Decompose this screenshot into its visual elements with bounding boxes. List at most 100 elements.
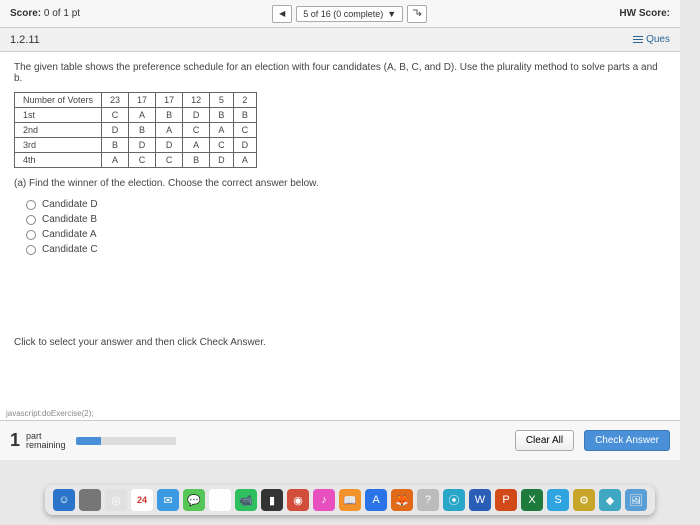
table-header-row: Number of Voters2317171252 (15, 93, 257, 108)
option-label: Candidate A (42, 229, 97, 240)
table-header-cell: 5 (210, 93, 234, 108)
dock-skype-icon[interactable]: S (547, 489, 569, 511)
hw-score-display: HW Score: (619, 8, 670, 19)
table-cell: C (183, 123, 210, 138)
question-number: 1.2.11 (10, 34, 40, 46)
dock-photos-icon[interactable]: ✿ (209, 489, 231, 511)
dock-firefox-icon[interactable]: 🦊 (391, 489, 413, 511)
parts-label-2: remaining (26, 441, 66, 450)
dock-appstore-icon[interactable]: A (365, 489, 387, 511)
question-bar: 1.2.11 Ques (0, 28, 680, 52)
dock-excel-icon[interactable]: X (521, 489, 543, 511)
progress-bar (76, 437, 176, 445)
part-a-prompt: (a) Find the winner of the election. Cho… (14, 178, 666, 189)
table-cell: A (210, 123, 234, 138)
table-row: 4thACCBDA (15, 153, 257, 168)
table-cell: A (102, 153, 129, 168)
app-window: Score: 0 of 1 pt ◀ 5 of 16 (0 complete) … (0, 0, 680, 460)
check-answer-button[interactable]: Check Answer (584, 430, 670, 451)
table-cell: D (102, 123, 129, 138)
dock-word-icon[interactable]: W (469, 489, 491, 511)
dock-finder-icon[interactable]: ☺ (53, 489, 75, 511)
score-bar: Score: 0 of 1 pt ◀ 5 of 16 (0 complete) … (0, 0, 680, 28)
question-help-link[interactable]: Ques (633, 34, 670, 45)
progress-text: 5 of 16 (0 complete) (303, 9, 383, 19)
table-cell: A (233, 153, 257, 168)
table-header-cell: 23 (102, 93, 129, 108)
dock-launchpad-icon[interactable] (79, 489, 101, 511)
table-cell: B (233, 108, 257, 123)
nav-controls: ◀ 5 of 16 (0 complete) ▼ (272, 5, 427, 23)
dock-itunes-icon[interactable]: ♪ (313, 489, 335, 511)
table-cell: A (156, 123, 183, 138)
table-cell: B (102, 138, 129, 153)
table-cell: C (210, 138, 234, 153)
dock-app1-icon[interactable]: ◉ (287, 489, 309, 511)
answer-option[interactable]: Candidate D (26, 197, 666, 212)
hw-score-label: HW Score: (619, 8, 670, 19)
score-label: Score: (10, 8, 41, 19)
dock-app2-icon[interactable]: ⚙ (573, 489, 595, 511)
answer-option[interactable]: Candidate B (26, 212, 666, 227)
answer-options: Candidate D Candidate B Candidate A Candida… (26, 197, 666, 257)
dock-messages-icon[interactable]: 💬 (183, 489, 205, 511)
radio-icon (26, 200, 36, 210)
radio-icon (26, 230, 36, 240)
dock-app3-icon[interactable]: ◆ (599, 489, 621, 511)
score-value: 0 of 1 pt (44, 8, 80, 19)
table-header-cell: 12 (183, 93, 210, 108)
prev-button[interactable]: ◀ (272, 5, 292, 23)
answer-option[interactable]: Candidate A (26, 227, 666, 242)
progress-dropdown[interactable]: 5 of 16 (0 complete) ▼ (296, 6, 403, 22)
table-header-cell: 17 (156, 93, 183, 108)
table-cell: D (210, 153, 234, 168)
table-cell: 1st (15, 108, 102, 123)
dock-preview-icon[interactable]: 🖼 (625, 489, 647, 511)
clear-all-button[interactable]: Clear All (515, 430, 574, 451)
dock-ibooks-icon[interactable]: 📖 (339, 489, 361, 511)
list-icon (633, 36, 643, 44)
dock-safari-icon[interactable]: ◎ (105, 489, 127, 511)
radio-icon (26, 215, 36, 225)
dock-terminal-icon[interactable]: ▮ (261, 489, 283, 511)
table-row: 1stCABDBB (15, 108, 257, 123)
problem-description: The given table shows the preference sch… (14, 62, 666, 84)
radio-icon (26, 245, 36, 255)
table-row: 2ndDBACAC (15, 123, 257, 138)
progress-bar-fill (76, 437, 101, 445)
table-cell: C (156, 153, 183, 168)
table-cell: A (129, 108, 156, 123)
table-header-cell: 17 (129, 93, 156, 108)
dropdown-arrow-icon: ▼ (387, 9, 396, 19)
ques-label: Ques (646, 34, 670, 45)
table-cell: D (156, 138, 183, 153)
score-display: Score: 0 of 1 pt (10, 8, 80, 19)
preference-table: Number of Voters2317171252 1stCABDBB2ndD… (14, 92, 257, 168)
parts-count: 1 (10, 430, 20, 451)
table-cell: 2nd (15, 123, 102, 138)
table-cell: B (183, 153, 210, 168)
answer-option[interactable]: Candidate C (26, 242, 666, 257)
table-cell: C (233, 123, 257, 138)
dock-mail-icon[interactable]: ✉ (157, 489, 179, 511)
table-cell: B (129, 123, 156, 138)
option-label: Candidate B (42, 214, 97, 225)
table-cell: D (183, 108, 210, 123)
dock-powerpoint-icon[interactable]: P (495, 489, 517, 511)
dock-facetime-icon[interactable]: 📹 (235, 489, 257, 511)
next-button[interactable] (407, 5, 427, 23)
table-header-cell: 2 (233, 93, 257, 108)
option-label: Candidate D (42, 199, 98, 210)
instruction-text: Click to select your answer and then cli… (14, 337, 666, 348)
table-cell: D (129, 138, 156, 153)
table-cell: 3rd (15, 138, 102, 153)
dock-openoffice-icon[interactable]: ⦿ (443, 489, 465, 511)
table-cell: 4th (15, 153, 102, 168)
macos-dock: ☺ ◎24✉💬✿📹▮◉♪📖A🦊?⦿WPXS⚙◆🖼 (45, 485, 655, 515)
table-cell: C (102, 108, 129, 123)
table-header-cell: Number of Voters (15, 93, 102, 108)
option-label: Candidate C (42, 244, 98, 255)
dock-calendar-icon[interactable]: 24 (131, 489, 153, 511)
dock-help-icon[interactable]: ? (417, 489, 439, 511)
table-cell: C (129, 153, 156, 168)
